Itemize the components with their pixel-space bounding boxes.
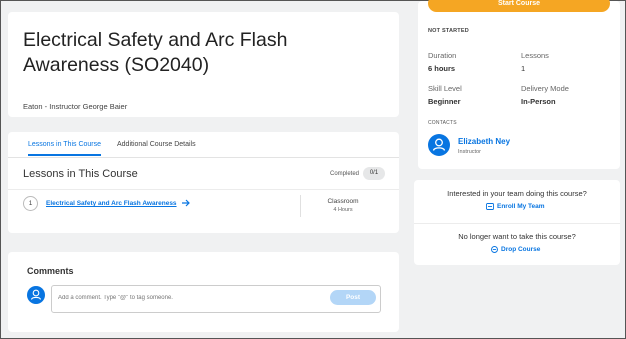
team-question: Interested in your team doing this cours… [447,189,587,198]
lesson-type: Classroom [327,198,359,205]
status-badge: NOT STARTED [428,28,469,34]
drop-question: No longer want to take this course? [458,232,576,241]
enroll-team-label: Enroll My Team [497,203,545,211]
delivery-mode-label: Delivery Mode [521,84,569,93]
comment-box: Post [51,285,381,313]
user-icon [30,289,42,300]
lesson-number: 1 [23,196,38,211]
lessons-label: Lessons [521,51,549,60]
comments-heading: Comments [27,266,74,276]
course-provider: Eaton - Instructor George Baier [23,102,128,111]
page-frame: Electrical Safety and Arc Flash Awarenes… [0,0,626,339]
contact-name-link[interactable]: Elizabeth Ney [458,137,510,146]
avatar [27,286,45,304]
lessons-heading: Lessons in This Course [23,168,138,180]
drop-course-label: Drop Course [501,246,541,254]
skill-level-label: Skill Level [428,84,462,93]
comments-card: Comments Post [8,252,399,332]
course-summary-card: Start Course NOT STARTED Duration 6 hour… [418,0,620,169]
lesson-link[interactable]: Electrical Safety and Arc Flash Awarenes… [46,200,177,207]
drop-course-link[interactable]: Drop Course [491,246,540,253]
tab-bar: Lessons in This Course Additional Course… [8,132,399,158]
completed-count-badge: 0/1 [363,167,385,180]
lessons-card: Lessons in This Course Additional Course… [8,132,399,233]
start-course-label: Start Course [497,0,540,7]
duration-value: 6 hours [428,64,456,73]
contacts-label: CONTACTS [428,120,457,126]
duration-label: Duration [428,51,457,60]
course-title: Electrical Safety and Arc Flash Awarenes… [23,29,288,76]
divider [8,189,399,190]
enroll-team-link[interactable]: Enroll My Team [486,203,545,210]
team-icon [486,203,494,210]
delivery-mode-value: In-Person [521,97,556,106]
completed-label: Completed [330,171,360,177]
team-actions-card: Interested in your team doing this cours… [414,180,620,265]
arrow-right-icon[interactable] [181,198,191,208]
contact-role: Instructor [458,149,481,155]
start-course-button[interactable]: Start Course [428,0,610,12]
divider [414,223,620,224]
skill-level-value: Beginner [428,97,461,106]
post-button[interactable]: Post [330,290,376,305]
divider [300,195,301,217]
lesson-duration: 4 Hours [333,207,353,213]
drop-icon [491,246,498,253]
tab-lessons[interactable]: Lessons in This Course [28,141,102,156]
comment-input[interactable] [58,291,318,305]
user-icon [432,138,446,151]
lessons-value: 1 [521,64,526,73]
avatar[interactable] [428,134,450,156]
course-header-card: Electrical Safety and Arc Flash Awarenes… [8,12,399,117]
tab-additional-details[interactable]: Additional Course Details [117,141,196,154]
